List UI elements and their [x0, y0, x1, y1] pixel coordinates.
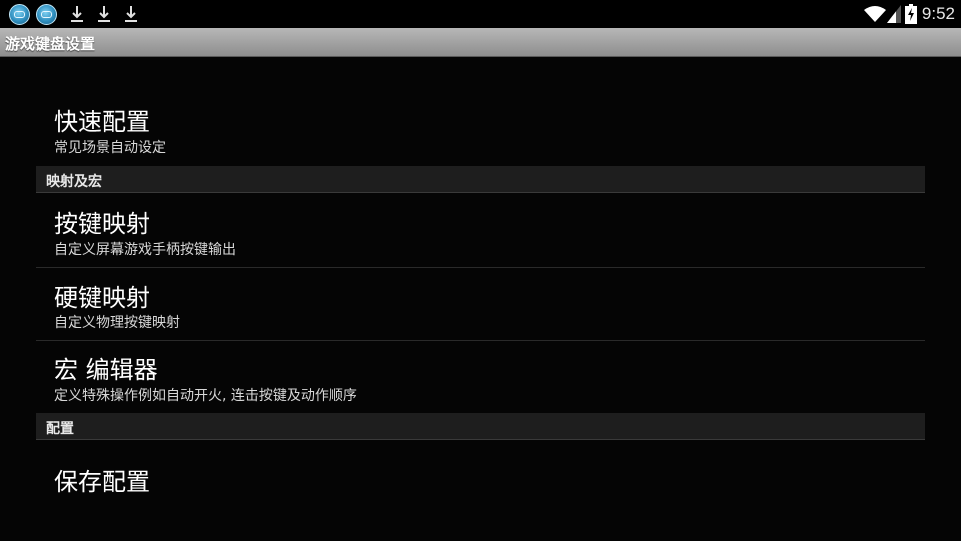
download-icon — [71, 6, 83, 22]
download-icon — [98, 6, 110, 22]
pref-title: 保存配置 — [54, 468, 150, 496]
pref-summary: 定义特殊操作例如自动开火, 连击按键及动作顺序 — [54, 388, 357, 404]
pref-title: 宏 编辑器 — [54, 356, 158, 384]
pref-summary: 常见场景自动设定 — [54, 140, 166, 156]
category-config: 配置 — [36, 413, 925, 440]
category-label: 映射及宏 — [46, 174, 102, 190]
download-icon — [125, 6, 137, 22]
system-icons: 9:52 — [863, 3, 955, 25]
battery-icon — [904, 4, 917, 24]
page-title: 游戏键盘设置 — [5, 35, 96, 53]
screen: 9:52 游戏键盘设置 快速配置 常见场景自动设定 映射及宏 按键映射 自定义屏… — [0, 0, 961, 541]
signal-icon — [886, 5, 901, 23]
category-label: 配置 — [46, 421, 74, 437]
pref-summary: 自定义物理按键映射 — [54, 315, 180, 331]
app-icon — [9, 3, 30, 25]
category-mapping-macro: 映射及宏 — [36, 166, 925, 193]
notification-icons — [9, 3, 144, 25]
pref-hard-key-mapping[interactable]: 硬键映射 自定义物理按键映射 — [36, 268, 925, 340]
wifi-icon — [863, 6, 886, 22]
pref-save-config[interactable]: 保存配置 — [36, 441, 925, 517]
title-bar: 游戏键盘设置 — [0, 28, 961, 57]
status-bar: 9:52 — [0, 0, 961, 28]
pref-summary: 自定义屏幕游戏手柄按键输出 — [54, 242, 236, 258]
pref-title: 硬键映射 — [54, 284, 150, 312]
pref-quick-config[interactable]: 快速配置 常见场景自动设定 — [36, 96, 925, 164]
clock: 9:52 — [921, 4, 955, 23]
pref-title: 按键映射 — [54, 210, 150, 238]
pref-key-mapping[interactable]: 按键映射 自定义屏幕游戏手柄按键输出 — [36, 194, 925, 267]
pref-title: 快速配置 — [54, 108, 150, 136]
app-icon — [36, 3, 57, 25]
pref-macro-editor[interactable]: 宏 编辑器 定义特殊操作例如自动开火, 连击按键及动作顺序 — [36, 341, 925, 413]
